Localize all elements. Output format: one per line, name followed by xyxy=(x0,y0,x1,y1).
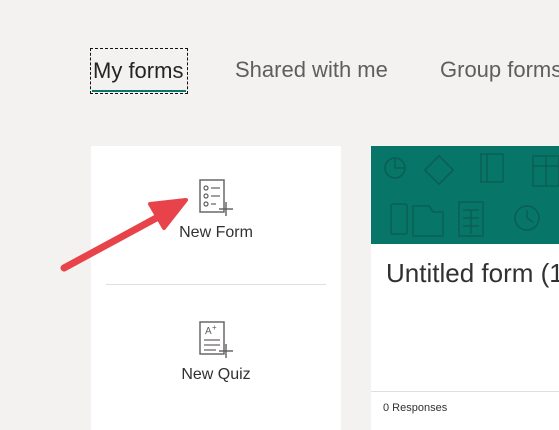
banner-pattern-icon xyxy=(384,153,559,237)
tab-shared-with-me-label: Shared with me xyxy=(235,57,388,82)
tab-my-forms-label: My forms xyxy=(93,58,184,83)
new-form-icon xyxy=(199,179,233,216)
form-card-title: Untitled form (1) xyxy=(386,258,559,288)
tab-active-indicator xyxy=(92,90,186,92)
form-card-responses: 0 Responses xyxy=(383,402,448,414)
svg-text:A: A xyxy=(205,326,212,337)
new-form-label: New Form xyxy=(179,224,253,241)
tab-shared-with-me[interactable]: Shared with me xyxy=(235,48,388,94)
panel-divider xyxy=(106,284,326,285)
form-card-banner xyxy=(371,146,559,244)
tab-group-forms-label: Group forms xyxy=(440,57,559,82)
form-card[interactable]: Untitled form (1) 0 Responses xyxy=(371,146,559,430)
new-quiz-icon: A + xyxy=(199,321,233,358)
new-quiz-label: New Quiz xyxy=(181,366,251,383)
new-form-button[interactable]: New Form xyxy=(91,176,341,284)
tab-my-forms[interactable]: My forms xyxy=(90,48,188,94)
svg-text:+: + xyxy=(212,323,217,332)
new-quiz-button[interactable]: A + New Quiz xyxy=(91,318,341,430)
new-form-panel: New Form A + New Quiz xyxy=(91,146,341,430)
form-card-divider xyxy=(371,391,559,392)
forms-tabs: My forms Shared with me Group forms xyxy=(0,48,559,100)
forms-page: { "tabs": { "my_forms": "My forms", "sha… xyxy=(0,0,559,430)
tab-group-forms[interactable]: Group forms xyxy=(440,48,559,94)
